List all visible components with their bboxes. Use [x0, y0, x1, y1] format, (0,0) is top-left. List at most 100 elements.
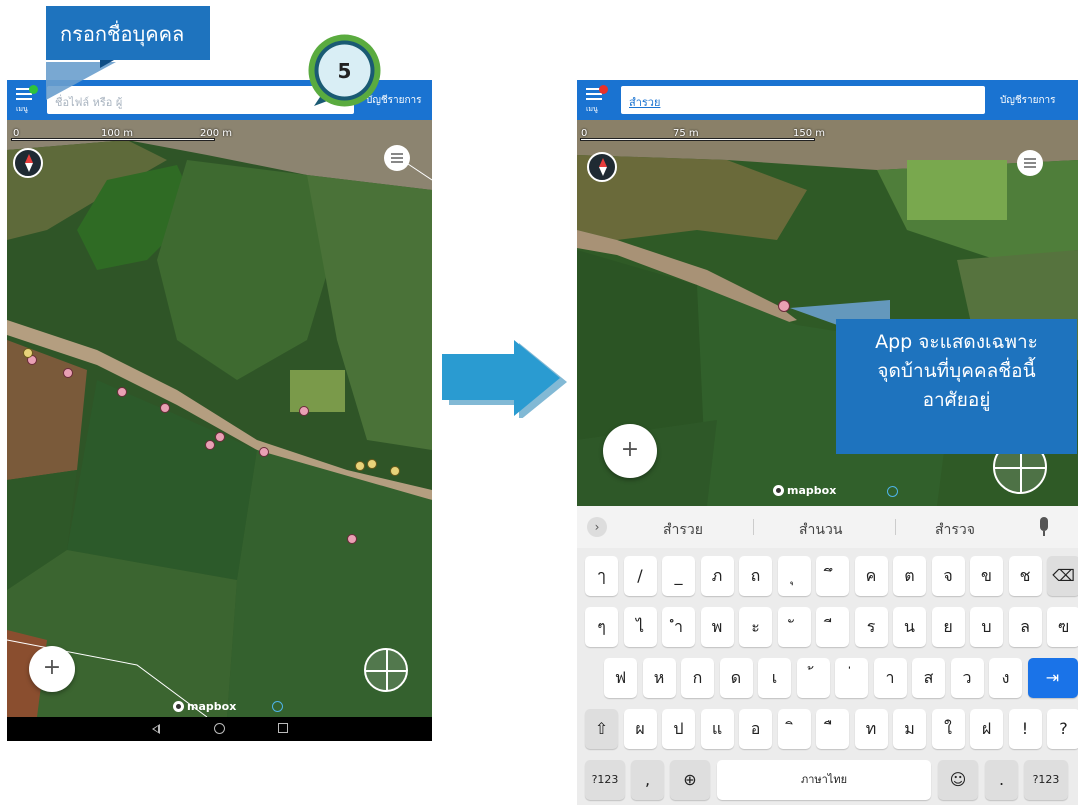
callout-line: จุดบ้านที่บุคคลชื่อนี้ — [877, 360, 1036, 382]
list-link[interactable]: บัญชีรายการ — [1000, 93, 1056, 108]
key[interactable]: ๆ — [585, 607, 618, 647]
space-key[interactable]: ภาษาไทย — [717, 760, 931, 800]
key[interactable]: ึ — [816, 556, 849, 596]
key[interactable]: ค — [854, 556, 888, 596]
info-icon[interactable] — [887, 486, 898, 497]
house-pin[interactable] — [299, 406, 309, 416]
key[interactable]: ห — [642, 658, 676, 698]
back-icon[interactable] — [152, 724, 160, 734]
key[interactable]: ้ — [796, 658, 830, 698]
menu-button[interactable]: เมนู — [12, 84, 40, 116]
key[interactable]: ใ — [931, 709, 965, 749]
key[interactable]: ท — [854, 709, 888, 749]
suggestion-3[interactable]: สำรวจ — [935, 519, 975, 541]
house-pin[interactable] — [63, 368, 73, 378]
enter-key[interactable]: ⇥ — [1027, 658, 1078, 698]
key[interactable]: ี — [816, 607, 849, 647]
shift-key[interactable]: ⇧ — [585, 709, 618, 749]
divider — [895, 519, 896, 535]
key[interactable]: บ — [970, 607, 1003, 647]
key[interactable]: ิ — [777, 709, 811, 749]
key[interactable]: ก — [681, 658, 714, 698]
menu-label: เมนู — [586, 105, 598, 113]
key[interactable]: ่ — [835, 658, 868, 698]
key[interactable]: ะ — [739, 607, 772, 647]
locate-me-icon[interactable] — [364, 648, 408, 692]
house-pin[interactable] — [205, 440, 215, 450]
key[interactable]: อ — [739, 709, 772, 749]
symbols-key[interactable]: ?123 — [585, 760, 625, 800]
house-pin[interactable] — [355, 461, 365, 471]
key[interactable]: จ — [931, 556, 965, 596]
language-key[interactable]: ⊕ — [670, 760, 710, 800]
key[interactable]: ฝ — [970, 709, 1003, 749]
menu-button[interactable]: เมนู — [582, 84, 610, 116]
scale-bar — [580, 138, 815, 141]
add-button[interactable]: + — [603, 424, 657, 478]
key[interactable]: ร — [854, 607, 888, 647]
key[interactable]: ว — [950, 658, 984, 698]
filter-button[interactable] — [384, 145, 410, 171]
filter-button[interactable] — [1017, 150, 1043, 176]
house-pin[interactable] — [215, 432, 225, 442]
key[interactable]: ส — [912, 658, 945, 698]
key[interactable]: _ — [662, 556, 695, 596]
house-pin[interactable] — [390, 466, 400, 476]
backspace-key[interactable]: ⌫ — [1047, 556, 1078, 596]
key[interactable]: ผ — [623, 709, 657, 749]
key[interactable]: ! — [1008, 709, 1042, 749]
info-icon[interactable] — [272, 701, 283, 712]
suggestion-2[interactable]: สำนวน — [799, 519, 842, 541]
add-button[interactable]: + — [29, 646, 75, 692]
key[interactable]: ำ — [662, 607, 695, 647]
key[interactable]: ช — [1008, 556, 1042, 596]
symbols-key[interactable]: ?123 — [1024, 760, 1068, 800]
search-input[interactable]: สำรวย — [621, 86, 985, 114]
microphone-icon[interactable] — [1040, 517, 1048, 536]
key[interactable]: ื — [816, 709, 849, 749]
mapbox-logo: mapbox — [173, 700, 236, 713]
key[interactable]: ฃ — [1047, 607, 1078, 647]
key[interactable]: ด — [719, 658, 753, 698]
home-icon[interactable] — [214, 723, 225, 734]
compass-icon[interactable] — [587, 152, 617, 182]
house-pin[interactable] — [259, 447, 269, 457]
key[interactable]: ป — [662, 709, 695, 749]
key[interactable]: า — [873, 658, 907, 698]
house-pin[interactable] — [117, 387, 127, 397]
key[interactable]: น — [893, 607, 926, 647]
emoji-key[interactable]: ☺ — [938, 760, 978, 800]
key[interactable]: ภ — [700, 556, 734, 596]
key[interactable]: พ — [700, 607, 734, 647]
key[interactable]: ุ — [777, 556, 811, 596]
key[interactable]: ไ — [623, 607, 657, 647]
key[interactable]: ถ — [739, 556, 772, 596]
key[interactable]: ั — [777, 607, 811, 647]
recent-apps-icon[interactable] — [278, 723, 288, 733]
key[interactable]: ล — [1008, 607, 1042, 647]
house-pin[interactable] — [23, 348, 33, 358]
key[interactable]: แ — [700, 709, 734, 749]
callout-line: App จะแสดงเฉพาะ — [875, 331, 1038, 353]
key[interactable]: ง — [989, 658, 1022, 698]
callout-result-description: App จะแสดงเฉพาะ จุดบ้านที่บุคคลชื่อนี้ อ… — [836, 319, 1077, 454]
key[interactable]: ม — [893, 709, 926, 749]
key[interactable]: ๅ — [585, 556, 618, 596]
key[interactable]: เ — [758, 658, 791, 698]
house-pin[interactable] — [347, 534, 357, 544]
key[interactable]: ข — [970, 556, 1003, 596]
compass-icon[interactable] — [13, 148, 43, 178]
house-pin[interactable] — [160, 403, 170, 413]
key[interactable]: ? — [1047, 709, 1078, 749]
period-key[interactable]: . — [985, 760, 1018, 800]
menu-label: เมนู — [16, 105, 28, 113]
house-pin[interactable] — [367, 459, 377, 469]
comma-key[interactable]: , — [631, 760, 664, 800]
key[interactable]: / — [623, 556, 657, 596]
suggestion-1[interactable]: สำรวย — [663, 519, 703, 541]
key[interactable]: ย — [931, 607, 965, 647]
key[interactable]: ฟ — [604, 658, 637, 698]
key[interactable]: ต — [893, 556, 926, 596]
expand-suggestions-icon[interactable]: › — [587, 517, 607, 537]
satellite-map[interactable]: 0 100 m 200 m + mapbox — [7, 120, 432, 717]
